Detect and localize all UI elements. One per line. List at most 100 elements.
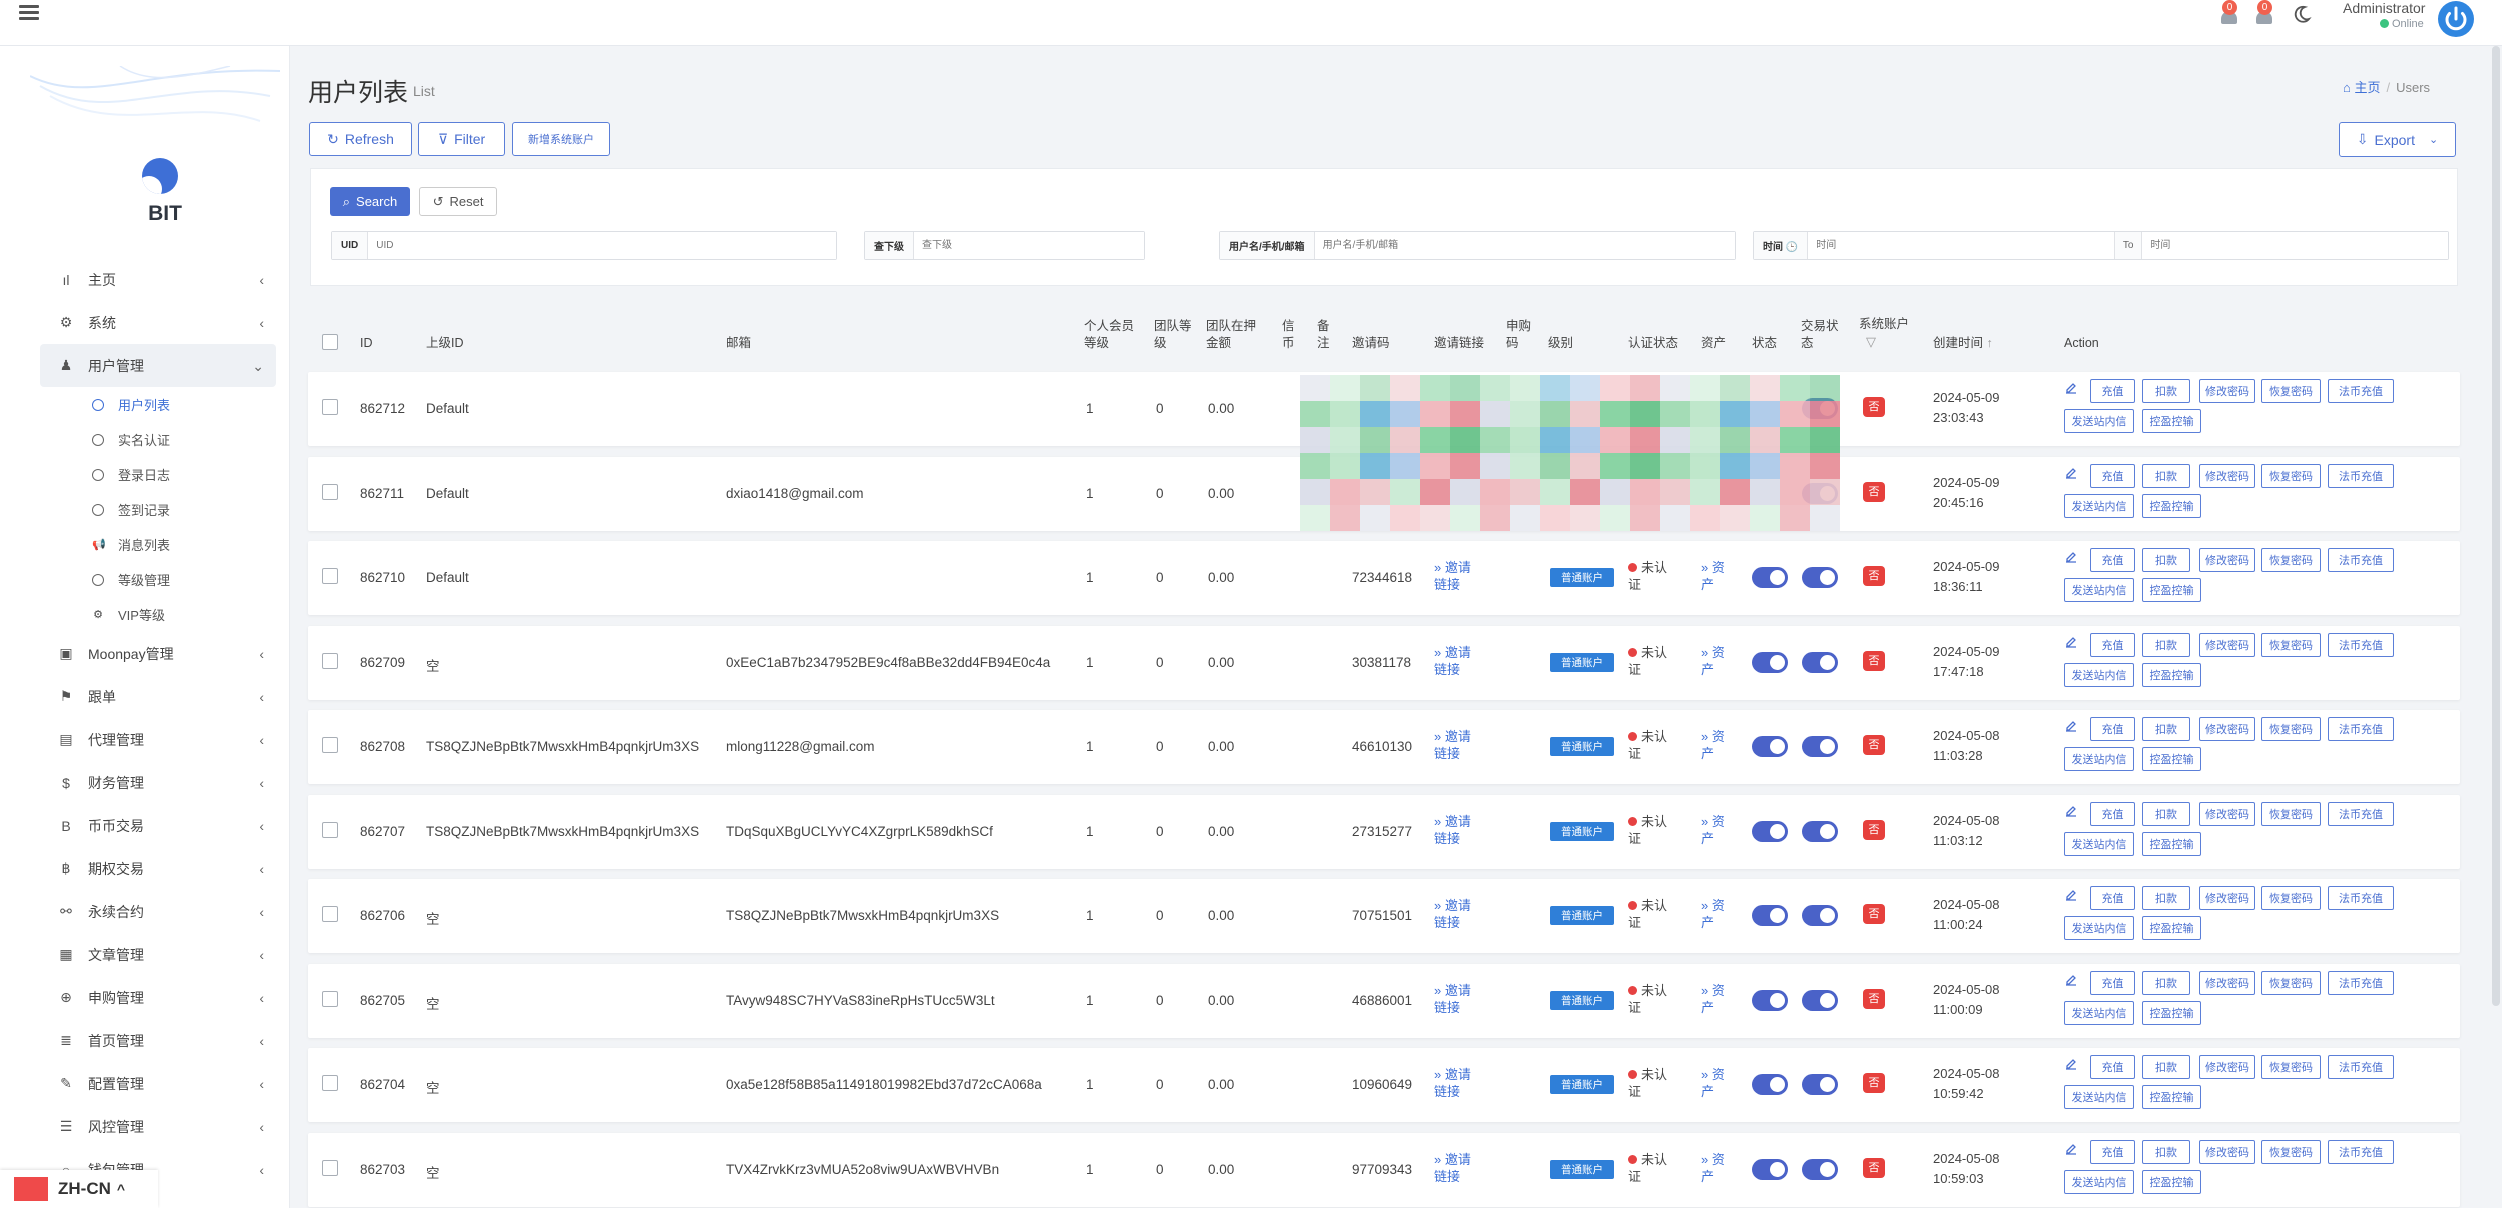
trade-status-toggle[interactable]	[1802, 821, 1838, 842]
col-note[interactable]: 备注	[1317, 318, 1333, 352]
action-button[interactable]: 恢复密码	[2261, 1055, 2321, 1079]
reset-button[interactable]: ↺ Reset	[419, 187, 497, 216]
assets-link[interactable]: » 资产	[1701, 559, 1725, 593]
sidebar-subitem[interactable]: 签到记录	[40, 492, 276, 527]
action-button[interactable]: 恢复密码	[2261, 1140, 2321, 1164]
col-team-level[interactable]: 团队等级	[1154, 318, 1196, 352]
send-message-button[interactable]: 发送站内信	[2064, 494, 2134, 518]
row-checkbox[interactable]	[322, 737, 338, 753]
win-loss-control-button[interactable]: 控盈控输	[2142, 663, 2201, 687]
export-button[interactable]: ⇩ Export ⌄	[2339, 122, 2456, 157]
col-level[interactable]: 级别	[1548, 335, 1573, 352]
invite-link[interactable]: » 邀请 链接	[1434, 1066, 1471, 1100]
edit-icon[interactable]	[2064, 888, 2078, 902]
sidebar-item[interactable]: ▦ 文章管理 ‹	[40, 933, 276, 976]
action-button[interactable]: 恢复密码	[2261, 464, 2321, 488]
action-button[interactable]: 充值	[2090, 971, 2135, 995]
row-checkbox[interactable]	[322, 568, 338, 584]
row-checkbox[interactable]	[322, 991, 338, 1007]
col-team-pledge[interactable]: 团队在押金额	[1206, 318, 1262, 352]
col-auth-status[interactable]: 认证状态	[1628, 335, 1678, 352]
action-button[interactable]: 恢复密码	[2261, 548, 2321, 572]
action-button[interactable]: 法币充值	[2328, 633, 2394, 657]
status-toggle[interactable]	[1752, 736, 1788, 757]
invite-link[interactable]: » 邀请 链接	[1434, 813, 1471, 847]
col-email[interactable]: 邮箱	[726, 335, 751, 352]
action-button[interactable]: 充值	[2090, 1055, 2135, 1079]
user-input[interactable]	[1314, 232, 1735, 259]
col-parent[interactable]: 上级ID	[426, 335, 464, 352]
row-checkbox[interactable]	[322, 399, 338, 415]
breadcrumb-home[interactable]: ⌂ 主页	[2343, 80, 2380, 95]
sidebar-item[interactable]: ▤ 代理管理 ‹	[40, 718, 276, 761]
sidebar-item[interactable]: ♟ 用户管理 ⌄	[40, 344, 276, 387]
row-checkbox[interactable]	[322, 653, 338, 669]
sidebar-item[interactable]: ≣ 首页管理 ‹	[40, 1019, 276, 1062]
action-button[interactable]: 修改密码	[2199, 886, 2255, 910]
search-button[interactable]: ⌕ Search	[330, 187, 410, 216]
action-button[interactable]: 恢复密码	[2261, 379, 2321, 403]
sidebar-subitem[interactable]: 📢 消息列表	[40, 527, 276, 562]
action-button[interactable]: 修改密码	[2199, 1055, 2255, 1079]
edit-icon[interactable]	[2064, 804, 2078, 818]
sidebar-item[interactable]: ⊕ 申购管理 ‹	[40, 976, 276, 1019]
send-message-button[interactable]: 发送站内信	[2064, 1085, 2134, 1109]
notification-bell-icon[interactable]: 0	[2218, 0, 2240, 26]
moon-icon[interactable]	[2292, 4, 2312, 24]
action-button[interactable]: 法币充值	[2328, 717, 2394, 741]
action-button[interactable]: 扣款	[2142, 1055, 2190, 1079]
col-credit[interactable]: 信币	[1282, 318, 1298, 352]
col-trade-status[interactable]: 交易状态	[1801, 318, 1843, 352]
user-name[interactable]: Administrator	[2343, 0, 2425, 16]
invite-link[interactable]: » 邀请 链接	[1434, 1151, 1471, 1185]
filter-button[interactable]: ⊽ Filter	[418, 122, 505, 156]
action-button[interactable]: 修改密码	[2199, 379, 2255, 403]
win-loss-control-button[interactable]: 控盈控输	[2142, 494, 2201, 518]
col-apply-code[interactable]: 申购码	[1506, 318, 1534, 352]
action-button[interactable]: 充值	[2090, 633, 2135, 657]
time-end-input[interactable]	[2142, 232, 2449, 259]
row-checkbox[interactable]	[322, 1075, 338, 1091]
col-assets[interactable]: 资产	[1701, 335, 1726, 352]
sidebar-item[interactable]: ฿ 期权交易 ‹	[40, 847, 276, 890]
language-selector[interactable]: ZH-CN ^	[0, 1170, 158, 1208]
action-button[interactable]: 恢复密码	[2261, 971, 2321, 995]
action-button[interactable]: 法币充值	[2328, 1140, 2394, 1164]
action-button[interactable]: 修改密码	[2199, 971, 2255, 995]
action-button[interactable]: 恢复密码	[2261, 633, 2321, 657]
action-button[interactable]: 恢复密码	[2261, 802, 2321, 826]
col-created[interactable]: 创建时间 ↑	[1933, 335, 1993, 352]
trade-status-toggle[interactable]	[1802, 652, 1838, 673]
action-button[interactable]: 充值	[2090, 886, 2135, 910]
refresh-button[interactable]: ↻ Refresh	[309, 122, 412, 156]
invite-link[interactable]: » 邀请 链接	[1434, 897, 1471, 931]
action-button[interactable]: 修改密码	[2199, 548, 2255, 572]
status-toggle[interactable]	[1752, 567, 1788, 588]
action-button[interactable]: 充值	[2090, 548, 2135, 572]
action-button[interactable]: 扣款	[2142, 802, 2190, 826]
action-button[interactable]: 扣款	[2142, 379, 2190, 403]
action-button[interactable]: 充值	[2090, 379, 2135, 403]
row-checkbox[interactable]	[322, 822, 338, 838]
row-checkbox[interactable]	[322, 484, 338, 500]
page-scrollbar[interactable]	[2492, 46, 2500, 1006]
status-toggle[interactable]	[1752, 652, 1788, 673]
action-button[interactable]: 法币充值	[2328, 802, 2394, 826]
action-button[interactable]: 扣款	[2142, 548, 2190, 572]
edit-icon[interactable]	[2064, 466, 2078, 480]
assets-link[interactable]: » 资产	[1701, 1066, 1725, 1100]
win-loss-control-button[interactable]: 控盈控输	[2142, 916, 2201, 940]
action-button[interactable]: 法币充值	[2328, 1055, 2394, 1079]
sidebar-item[interactable]: ▣ Moonpay管理 ‹	[40, 632, 276, 675]
win-loss-control-button[interactable]: 控盈控输	[2142, 578, 2201, 602]
column-filter-icon[interactable]: ▽	[1866, 333, 1876, 350]
send-message-button[interactable]: 发送站内信	[2064, 578, 2134, 602]
send-message-button[interactable]: 发送站内信	[2064, 409, 2134, 433]
sidebar-subitem[interactable]: 实名认证	[40, 422, 276, 457]
sidebar-item[interactable]: B 币币交易 ‹	[40, 804, 276, 847]
action-button[interactable]: 修改密码	[2199, 464, 2255, 488]
sidebar-subitem[interactable]: 登录日志	[40, 457, 276, 492]
status-toggle[interactable]	[1752, 990, 1788, 1011]
menu-toggle-icon[interactable]	[19, 5, 39, 21]
action-button[interactable]: 充值	[2090, 464, 2135, 488]
